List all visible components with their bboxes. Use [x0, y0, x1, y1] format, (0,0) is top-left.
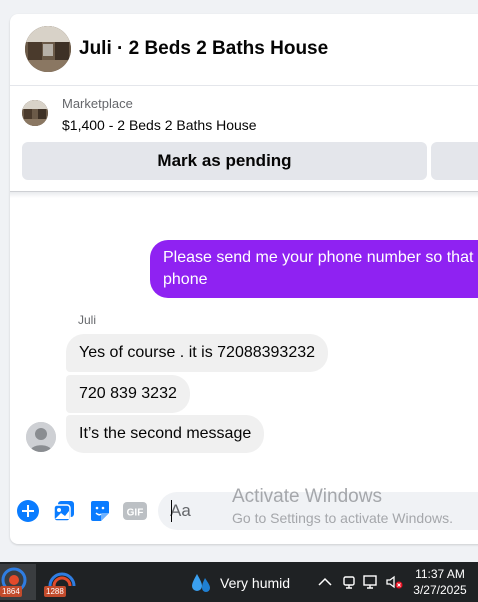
sent-message-line-2: phone	[163, 271, 208, 288]
meet-now-icon[interactable]	[340, 573, 358, 591]
sticker-icon[interactable]	[88, 499, 112, 523]
gif-label: GIF	[127, 508, 144, 519]
speaker-muted-icon[interactable]	[385, 573, 403, 591]
message-input[interactable]: Aa	[158, 492, 478, 530]
sent-message[interactable]: Please send me your phone number so that…	[150, 240, 478, 298]
chevron-up-icon[interactable]	[316, 573, 334, 591]
gif-icon[interactable]: GIF	[122, 499, 148, 523]
message-thread: Please send me your phone number so that…	[10, 192, 478, 484]
marketplace-listing: Marketplace $1,400 - 2 Beds 2 Baths Hous…	[10, 86, 478, 198]
mark-as-pending-button[interactable]: Mark as pending	[22, 142, 427, 180]
listing-source: Marketplace	[62, 96, 133, 111]
chat-title[interactable]: Juli · 2 Beds 2 Baths House	[79, 38, 328, 60]
clock-time: 11:37 AM	[415, 567, 465, 581]
received-message[interactable]: It’s the second message	[66, 415, 265, 453]
water-drop-icon	[192, 574, 210, 592]
plus-icon[interactable]	[16, 499, 40, 523]
sender-avatar[interactable]	[26, 422, 56, 452]
listing-thumbnail[interactable]	[22, 100, 48, 126]
received-message[interactable]: Yes of course . it is 72088393232	[66, 334, 329, 372]
chat-header: Juli · 2 Beds 2 Baths House	[10, 14, 478, 86]
secondary-listing-button[interactable]	[431, 142, 478, 180]
system-clock[interactable]: 11:37 AM 3/27/2025	[408, 566, 472, 598]
taskbar-app-1[interactable]: 1864	[0, 564, 36, 600]
notification-badge: 1864	[0, 586, 22, 597]
notification-badge: 1288	[44, 586, 66, 597]
message-composer: GIF Aa	[10, 484, 478, 544]
listing-price-title[interactable]: $1,400 - 2 Beds 2 Baths House	[62, 117, 257, 133]
text-caret	[171, 500, 172, 522]
contact-avatar[interactable]	[25, 26, 71, 72]
weather-text: Very humid	[220, 575, 291, 591]
sent-message-line-1: Please send me your phone number so that…	[163, 249, 478, 266]
weather-widget[interactable]: Very humid	[190, 572, 290, 594]
person-icon	[26, 422, 56, 452]
taskbar-app-2[interactable]: 1288	[44, 564, 80, 600]
network-icon[interactable]	[362, 573, 380, 591]
photo-icon[interactable]	[52, 499, 76, 523]
clock-date: 3/27/2025	[413, 583, 467, 597]
sender-name: Juli	[78, 313, 97, 327]
chat-panel: Juli · 2 Beds 2 Baths House Marketplace …	[10, 14, 478, 544]
windows-taskbar: 1864 1288 Very humid 11:37 AM 3/27/2025	[0, 562, 478, 602]
received-message[interactable]: 720 839 3232	[66, 375, 190, 413]
